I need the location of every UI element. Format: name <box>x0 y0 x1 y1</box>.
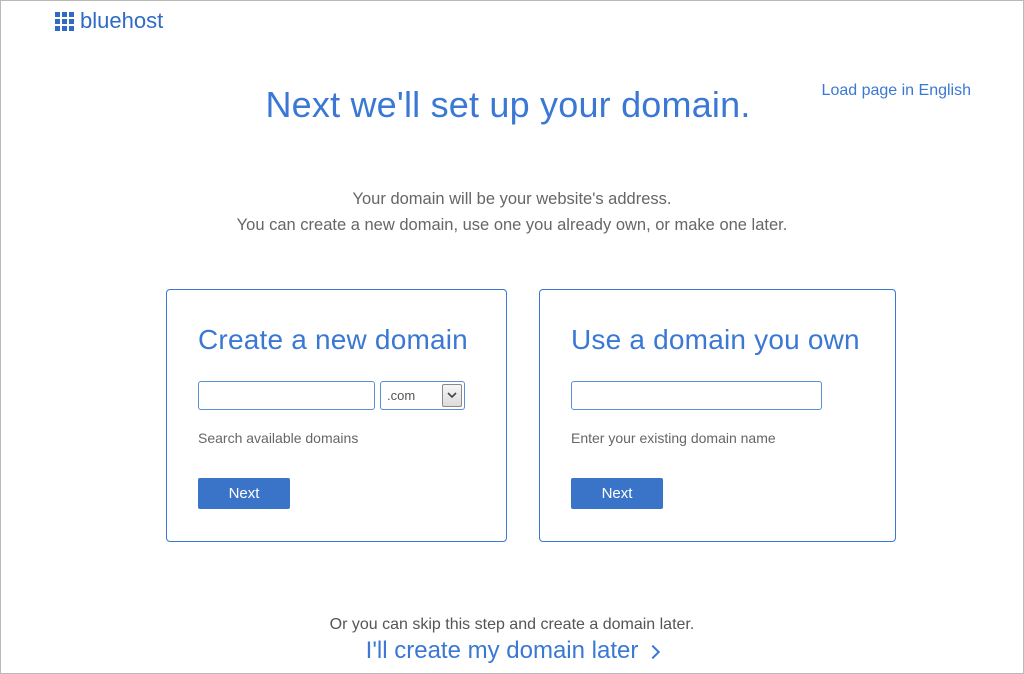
brand-name: bluehost <box>80 8 164 33</box>
intro-line-1: Your domain will be your website's addre… <box>352 190 672 208</box>
tld-select[interactable]: .com <box>380 381 465 410</box>
create-domain-later-label: I'll create my domain later <box>365 637 639 664</box>
grid-logo-icon <box>55 11 74 31</box>
intro-line-2: You can create a new domain, use one you… <box>236 216 788 234</box>
own-domain-title: Use a domain you own <box>571 324 860 355</box>
own-domain-helper: Enter your existing domain name <box>571 430 776 446</box>
intro-text: Your domain will be your website's addre… <box>0 186 1024 238</box>
tld-selected-value: .com <box>387 388 416 403</box>
existing-domain-input[interactable] <box>571 381 822 410</box>
chevron-right-icon <box>646 644 661 660</box>
create-domain-card: Create a new domain .com Search availabl… <box>166 289 507 542</box>
own-domain-next-button[interactable]: Next <box>571 478 663 509</box>
page-title: Next we'll set up your domain. <box>32 84 992 126</box>
create-domain-later-link[interactable]: I'll create my domain later <box>0 637 1024 665</box>
skip-step-text: Or you can skip this step and create a d… <box>329 616 695 633</box>
new-domain-input[interactable] <box>198 381 375 410</box>
brand-logo[interactable]: bluehost <box>55 8 163 34</box>
new-domain-next-button[interactable]: Next <box>198 478 290 509</box>
chevron-down-icon[interactable] <box>442 384 462 407</box>
own-domain-card: Use a domain you own Enter your existing… <box>539 289 896 542</box>
new-domain-helper: Search available domains <box>198 430 359 446</box>
create-domain-title: Create a new domain <box>198 324 468 355</box>
page-title-text: Next we'll set up your domain. <box>265 84 751 125</box>
